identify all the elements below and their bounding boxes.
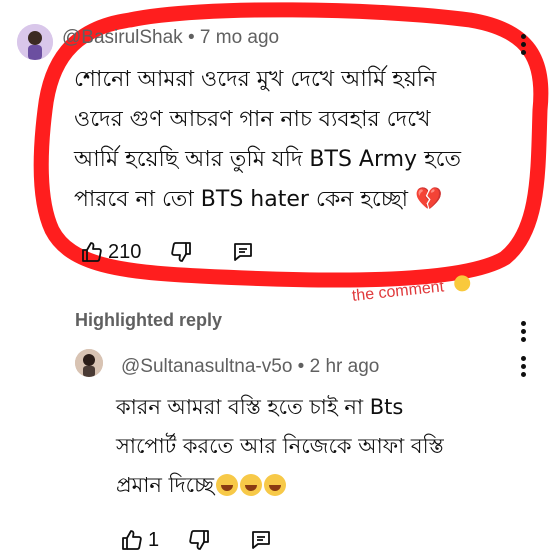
comment-time[interactable]: 7 mo ago [200,27,279,48]
comment-text: শোনো আমরা ওদের মুখ দেখে আর্মি হয়নি ওদের… [74,60,514,220]
reply-author[interactable]: @Sultanasultna-v5o [121,356,292,377]
reply-icon[interactable] [231,240,255,264]
tears-of-joy-icon [216,474,238,496]
reply-more-vert-icon[interactable] [521,356,527,380]
reply-actions: 1 [120,528,273,552]
comment-meta: @BasirulShak • 7 mo ago [62,27,279,49]
tears-of-joy-icon [240,474,262,496]
comment-more-vert-icon[interactable] [521,34,527,58]
reply-line: প্রমান দিচ্ছে [116,473,214,497]
reply-author-avatar[interactable] [75,349,103,377]
meta-separator: • [187,27,195,48]
thumbs-down-icon[interactable] [169,240,193,264]
tears-of-joy-icon [264,474,286,496]
meta-separator: • [297,356,305,377]
comment-line: পারবে না তো BTS hater কেন হচ্ছো 💔 [74,187,443,212]
comment-line: আর্মি হয়েছি আর তুমি যদি BTS Army হতে [74,147,461,172]
reply-line: সাপোর্ট করতে আর নিজেকে আফা বস্তি [116,434,444,458]
highlighted-reply-label: Highlighted reply [75,310,223,330]
comment-author[interactable]: @BasirulShak [62,27,183,48]
thumbs-up-icon[interactable] [120,528,144,552]
like-count: 1 [148,528,160,551]
reply-line-last: প্রমান দিচ্ছে [116,466,536,505]
thumbs-up-icon[interactable] [80,240,104,264]
reply-meta: @Sultanasultna-v5o • 2 hr ago [121,356,379,378]
highlight-more-vert-icon[interactable] [521,321,527,345]
reply-icon[interactable] [249,528,273,552]
handwritten-annotation: the comment [351,274,471,306]
comment-author-avatar[interactable] [17,24,53,60]
comment-line: শোনো আমরা ওদের মুখ দেখে আর্মি হয়নি [74,67,437,92]
comment-line: ওদের গুণ আচরণ গান নাচ ব্যবহার দেখে [74,107,431,132]
reply-time[interactable]: 2 hr ago [310,356,380,377]
like-count: 210 [108,240,142,263]
thumbs-down-icon[interactable] [187,528,211,552]
annotation-text: the comment [351,278,445,305]
reply-text: কারন আমরা বস্তি হতে চাই না Bts সাপোর্ট ক… [116,388,536,505]
reply-line: কারন আমরা বস্তি হতে চাই না Bts [116,395,404,419]
upside-down-face-icon [453,274,471,293]
comment-actions: 210 [80,240,255,264]
